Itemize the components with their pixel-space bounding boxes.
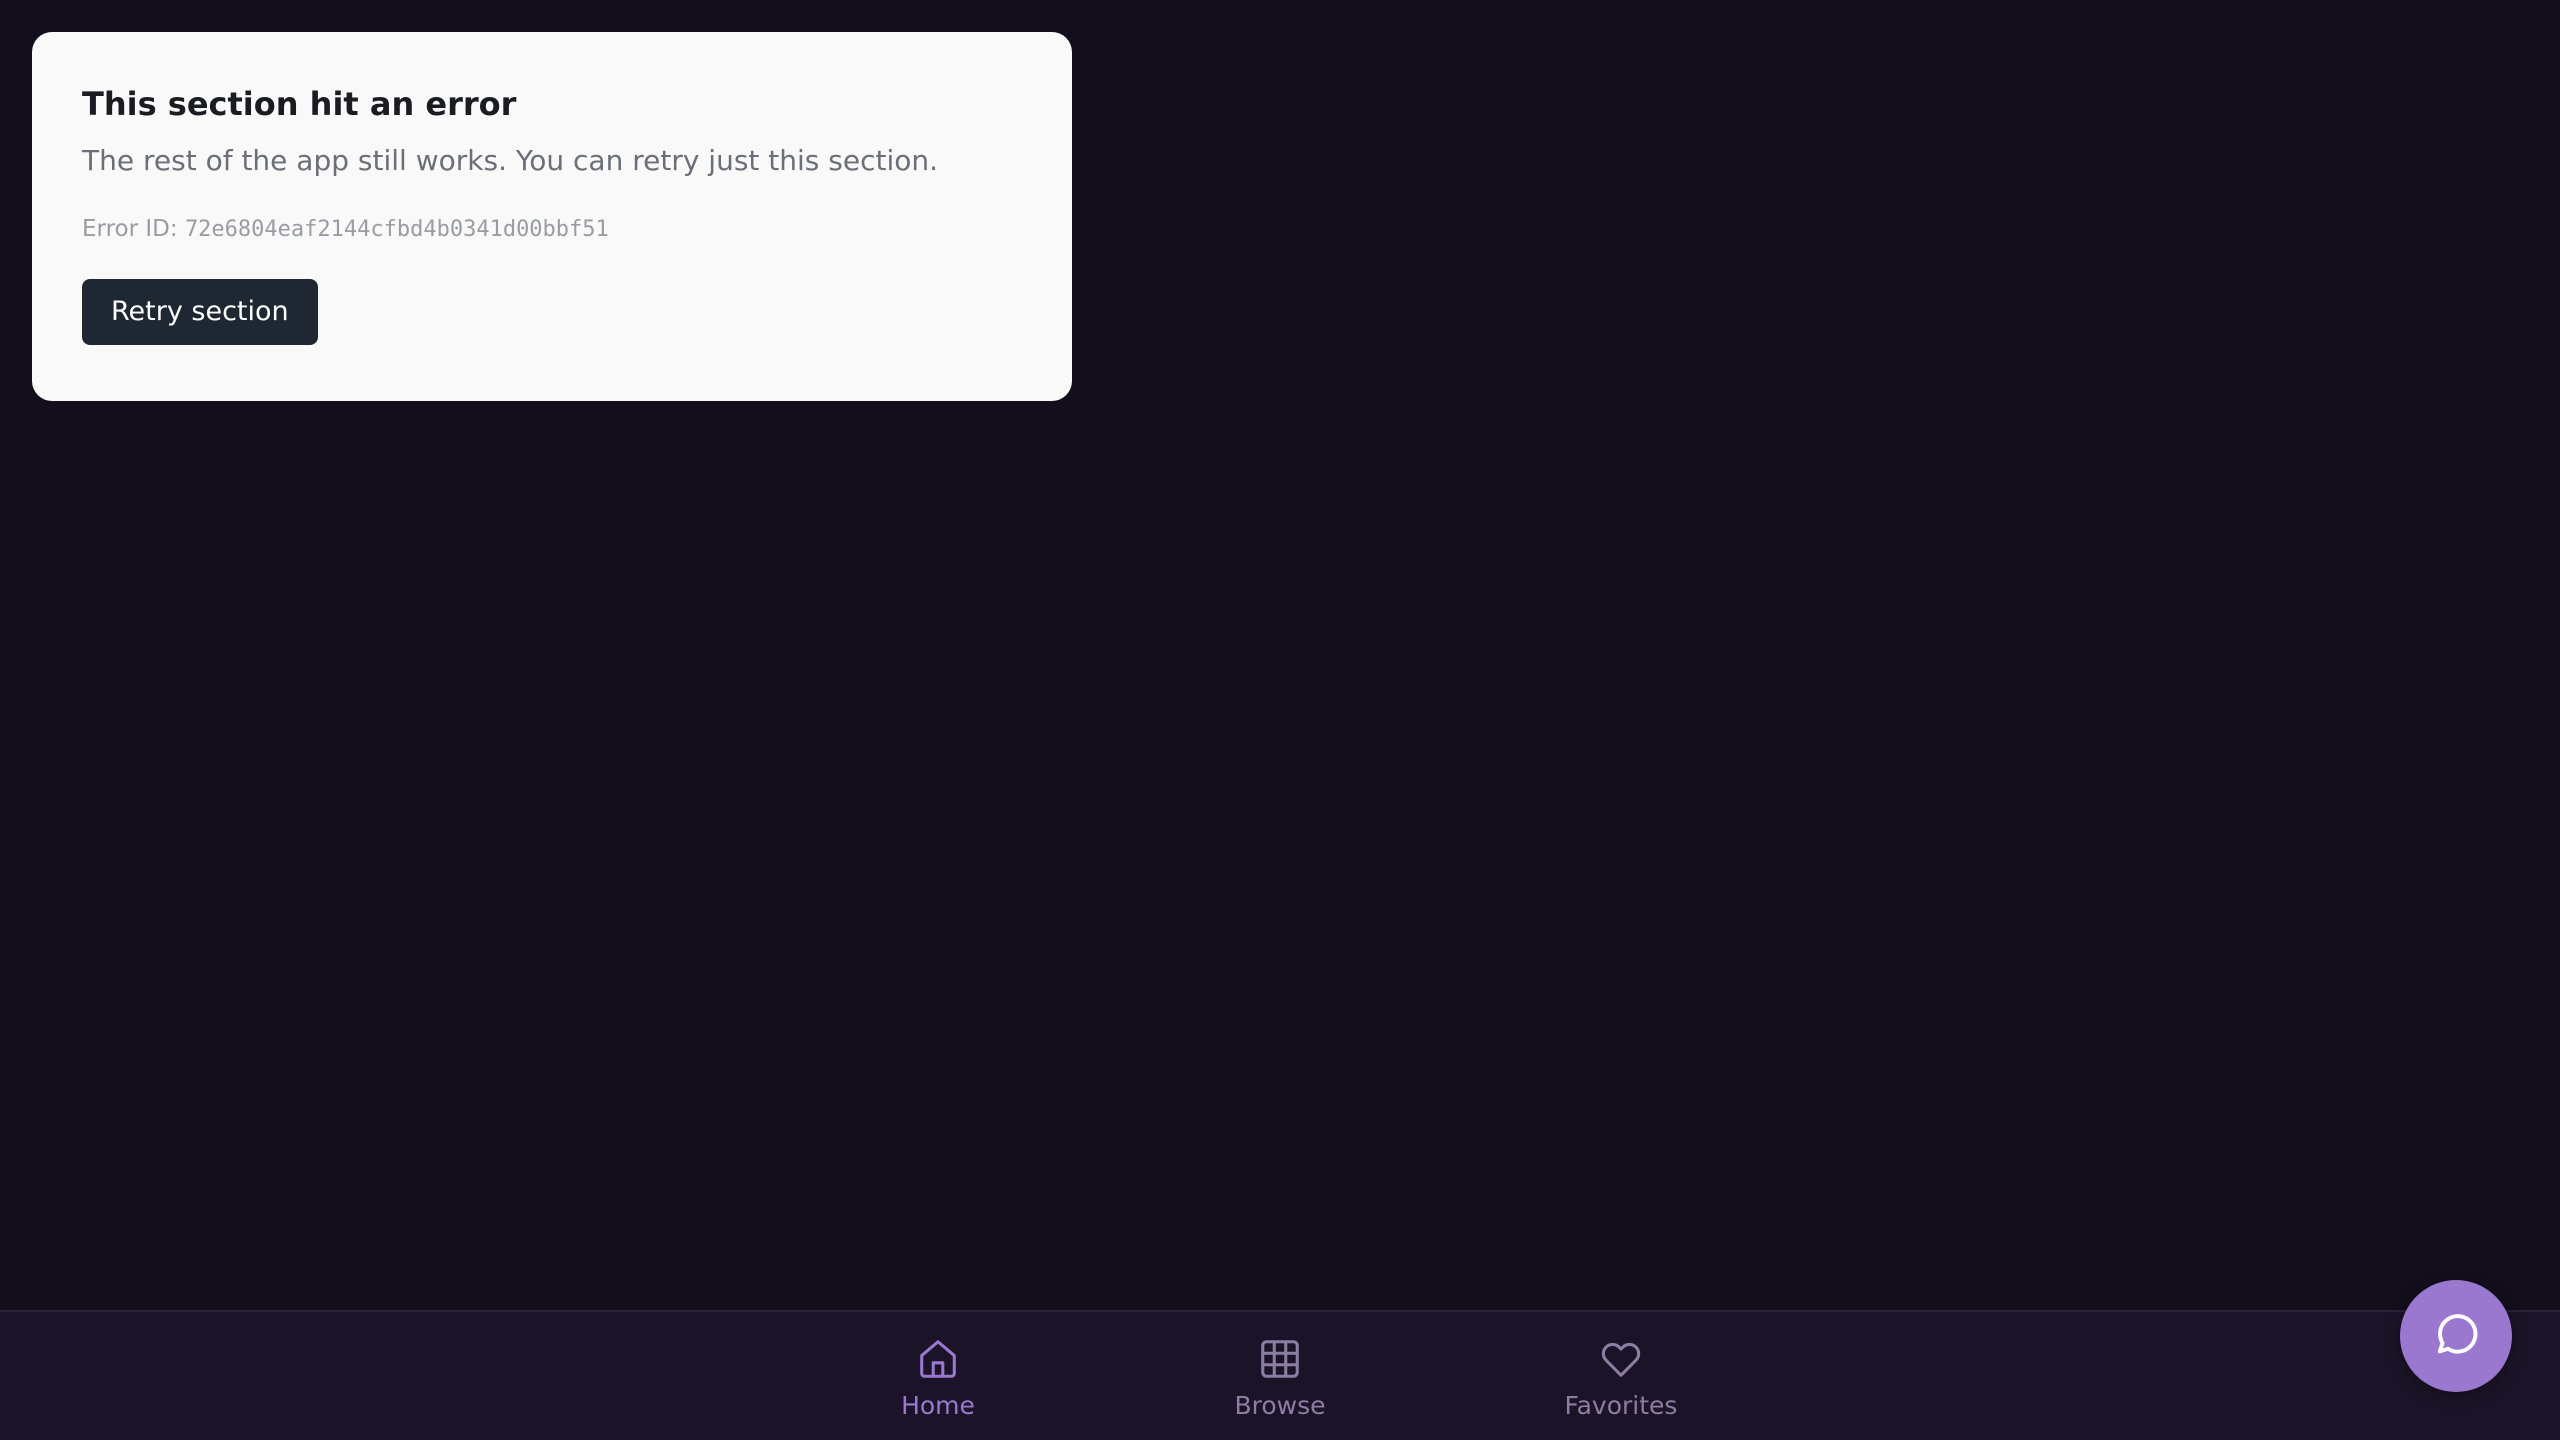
nav-item-home[interactable]: Home [838,1336,1038,1420]
chat-fab-button[interactable] [2400,1280,2512,1392]
error-id-label: Error ID: [82,215,185,242]
grid-icon [1257,1336,1303,1386]
nav-label-home: Home [901,1391,975,1420]
error-description: The rest of the app still works. You can… [82,144,939,177]
nav-item-favorites[interactable]: Favorites [1521,1336,1721,1420]
error-title: This section hit an error [82,85,517,123]
error-card: This section hit an error The rest of th… [32,32,1072,401]
retry-section-button[interactable]: Retry section [82,279,318,346]
error-id: Error ID: 72e6804eaf2144cfbd4b0341d00bbf… [82,216,1022,244]
heart-icon [1598,1336,1644,1386]
nav-label-browse: Browse [1234,1391,1326,1420]
nav-label-favorites: Favorites [1564,1391,1678,1420]
home-icon [915,1336,961,1386]
error-id-value: 72e6804eaf2144cfbd4b0341d00bbf51 [184,216,609,242]
nav-item-browse[interactable]: Browse [1180,1336,1380,1420]
bottom-nav: Home Browse Favorites [0,1310,2560,1440]
chat-icon [2430,1308,2482,1364]
